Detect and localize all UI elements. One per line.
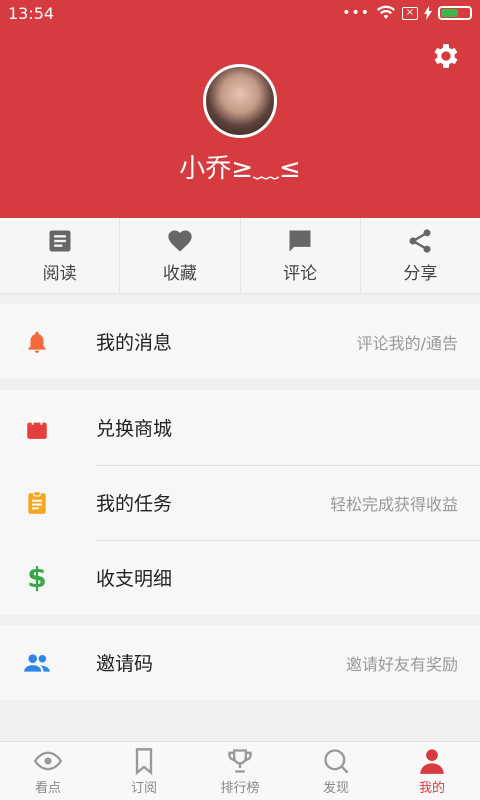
action-read-label: 阅读 [42, 264, 77, 284]
comment-icon [289, 230, 311, 252]
no-sim-icon: × [402, 6, 418, 20]
tab-kandian-label: 看点 [34, 780, 61, 796]
menu-group-messages: 我的消息 评论我的/通告 [0, 304, 480, 379]
eye-icon [34, 751, 62, 770]
menu-item-ledger[interactable]: $ 收支明细 [0, 540, 480, 615]
tab-ranking[interactable]: 排行榜 [192, 742, 288, 800]
tab-mine[interactable]: 我的 [384, 742, 480, 800]
menu-item-messages-label: 我的消息 [96, 332, 173, 354]
battery-icon [438, 6, 472, 20]
charging-icon [424, 6, 432, 20]
menu-item-store-label: 兑换商城 [96, 418, 173, 440]
status-time: 13:54 [8, 4, 55, 23]
username: 小乔≥﹏≤ [179, 154, 301, 184]
menu-item-tasks-label: 我的任务 [96, 493, 173, 515]
menu-item-tasks-hint: 轻松完成获得收益 [329, 494, 458, 514]
avatar[interactable] [203, 64, 277, 138]
search-icon [324, 748, 349, 773]
tab-kandian[interactable]: 看点 [0, 742, 96, 800]
menu-group-invite: 邀请码 邀请好友有奖励 [0, 625, 480, 700]
action-bar: 阅读 收藏 评论 分享 [0, 218, 480, 294]
action-favorite-label: 收藏 [162, 264, 197, 284]
status-bar: 13:54 ••• × [0, 0, 480, 28]
menu-item-invite-hint: 邀请好友有奖励 [345, 654, 458, 674]
battery-level [441, 9, 458, 17]
menu-item-ledger-label: 收支明细 [96, 568, 173, 590]
clipboard-icon [22, 488, 52, 518]
wifi-icon [377, 5, 395, 19]
tab-mine-label: 我的 [418, 780, 445, 796]
more-dots-icon: ••• [342, 5, 370, 21]
action-comment[interactable]: 评论 [241, 218, 361, 293]
menu-item-invite[interactable]: 邀请码 邀请好友有奖励 [0, 625, 480, 700]
person-icon [420, 748, 444, 774]
heart-icon [168, 230, 192, 252]
trophy-icon [228, 748, 252, 773]
read-icon [49, 230, 71, 252]
bottom-tab-bar: 看点 订阅 排行榜 发现 我的 [0, 741, 480, 800]
action-share-label: 分享 [403, 264, 438, 284]
shopping-bag-icon [22, 413, 52, 443]
action-favorite[interactable]: 收藏 [120, 218, 241, 293]
menu-item-invite-label: 邀请码 [96, 653, 154, 675]
menu-item-messages-hint: 评论我的/通告 [356, 333, 458, 353]
action-comment-label: 评论 [283, 264, 318, 284]
gear-icon[interactable] [430, 40, 462, 72]
menu-group-earnings: 兑换商城 我的任务 轻松完成获得收益 $ 收支明细 [0, 390, 480, 615]
menu-item-messages[interactable]: 我的消息 评论我的/通告 [0, 304, 480, 379]
action-share[interactable]: 分享 [361, 218, 480, 293]
people-icon [22, 648, 52, 678]
menu-item-store[interactable]: 兑换商城 [0, 390, 480, 465]
dollar-icon: $ [27, 561, 47, 594]
tab-subscribe-label: 订阅 [130, 780, 157, 796]
profile-header: 小乔≥﹏≤ [0, 0, 480, 218]
tab-discover-label: 发现 [322, 780, 349, 796]
share-icon [409, 229, 431, 253]
tab-discover[interactable]: 发现 [288, 742, 384, 800]
bookmark-icon [135, 747, 153, 775]
bell-icon [22, 327, 52, 357]
tab-ranking-label: 排行榜 [220, 780, 260, 796]
status-icons: ••• × [342, 5, 472, 21]
menu-item-tasks[interactable]: 我的任务 轻松完成获得收益 [0, 465, 480, 540]
action-read[interactable]: 阅读 [0, 218, 121, 293]
tab-subscribe[interactable]: 订阅 [96, 742, 192, 800]
